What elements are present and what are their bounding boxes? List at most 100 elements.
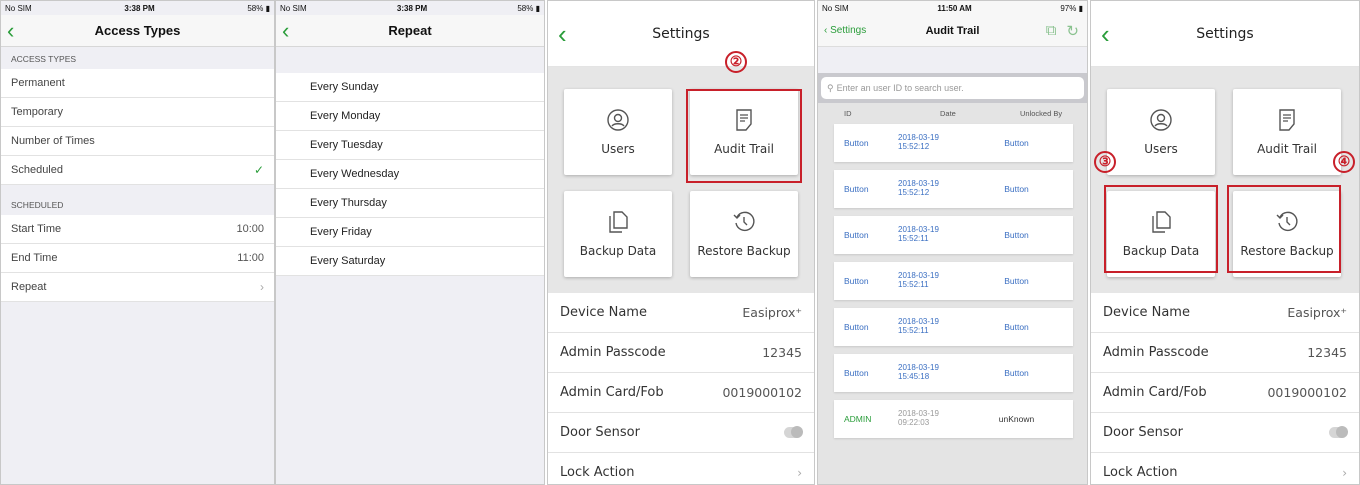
settings-screen-a: ‹ Settings Users Audit Trail Backup Data… (547, 0, 815, 485)
admin-card-row[interactable]: Admin Card/Fob 0019000102 (548, 373, 814, 413)
row-time: 15:52:11 (898, 280, 929, 289)
tile-label: Users (601, 142, 635, 156)
chevron-right-icon: › (797, 465, 802, 480)
row-time: 15:45:18 (898, 372, 930, 381)
backup-data-tile[interactable]: Backup Data (564, 191, 672, 277)
row-date: 2018-03-19 (898, 271, 939, 281)
row-id: Button (844, 230, 869, 240)
repeat-day-thursday[interactable]: Every Thursday (276, 189, 544, 218)
table-row[interactable]: Button 2018-03-19 15:52:11 Button (834, 308, 1073, 346)
row-date: 2018-03-19 (898, 133, 939, 143)
repeat-screen: No SIM 3:38 PM 58% ▮ ‹ Repeat Every Sund… (275, 0, 545, 485)
back-chevron-icon[interactable]: ‹ (282, 19, 289, 42)
table-row[interactable]: ADMIN 2018-03-19 09:22:03 unKnown (834, 400, 1073, 438)
admin-card-row[interactable]: Admin Card/Fob 0019000102 (1091, 373, 1359, 413)
start-time-value: 10:00 (236, 223, 264, 235)
row-label: Lock Action (1103, 465, 1178, 480)
row-time: 09:22:03 (898, 418, 930, 427)
admin-card-value: 0019000102 (722, 385, 802, 400)
back-chevron-icon[interactable]: ‹ (558, 21, 567, 47)
battery-percent: 58% (247, 3, 264, 13)
repeat-day-wednesday[interactable]: Every Wednesday (276, 160, 544, 189)
row-unlocked-by: Button (1004, 322, 1029, 332)
chevron-right-icon: › (260, 280, 264, 294)
repeat-day-friday[interactable]: Every Friday (276, 218, 544, 247)
table-header: ID Date Unlocked By (818, 103, 1087, 124)
row-id: ADMIN (844, 414, 872, 424)
export-icon[interactable]: ⧉ (1046, 22, 1057, 40)
door-sensor-row: Door Sensor (548, 413, 814, 453)
highlight-box-audit (686, 89, 802, 183)
callout-4: ④ (1333, 151, 1355, 173)
back-button[interactable]: ‹ Settings (824, 25, 866, 36)
back-chevron-icon[interactable]: ‹ (1101, 21, 1110, 47)
table-row[interactable]: Button 2018-03-19 15:52:12 Button (834, 170, 1073, 208)
column-header-date: Date (940, 109, 956, 118)
search-placeholder: Enter an user ID to search user. (836, 83, 964, 93)
row-label: Admin Passcode (560, 345, 666, 360)
start-time-row[interactable]: Start Time 10:00 (1, 215, 274, 244)
device-name-row[interactable]: Device Name Easiprox⁺ (1091, 293, 1359, 333)
checkmark-icon: ✓ (253, 163, 264, 177)
refresh-icon[interactable]: ↻ (1066, 22, 1079, 40)
row-label: Scheduled (11, 164, 63, 176)
row-date: 2018-03-19 (898, 409, 939, 419)
admin-passcode-row[interactable]: Admin Passcode 12345 (548, 333, 814, 373)
row-time: 15:52:12 (898, 188, 930, 197)
users-tile[interactable]: Users (564, 89, 672, 175)
row-label: End Time (11, 252, 58, 264)
row-label: Number of Times (11, 135, 95, 147)
device-name-value: Easiprox⁺ (742, 305, 802, 320)
device-name-row[interactable]: Device Name Easiprox⁺ (548, 293, 814, 333)
status-bar: No SIM 3:38 PM 58% ▮ (1, 1, 274, 15)
repeat-day-monday[interactable]: Every Monday (276, 102, 544, 131)
door-sensor-toggle[interactable] (784, 426, 803, 438)
history-icon (732, 210, 756, 234)
back-chevron-icon[interactable]: ‹ (7, 19, 14, 42)
nav-bar: ‹ Settings Audit Trail ⧉ ↻ (818, 15, 1087, 47)
row-time: 15:52:11 (898, 326, 929, 335)
row-label: Device Name (560, 305, 647, 320)
carrier-label: No SIM (822, 3, 849, 13)
row-unlocked-by: Button (1004, 184, 1029, 194)
tile-label: Restore Backup (697, 244, 791, 258)
repeat-day-sunday[interactable]: Every Sunday (276, 73, 544, 102)
audit-trail-tile[interactable]: Audit Trail (1233, 89, 1341, 175)
clock: 3:38 PM (396, 3, 428, 13)
table-row[interactable]: Button 2018-03-19 15:52:11 Button (834, 262, 1073, 300)
search-input[interactable]: ⚲ Enter an user ID to search user. (821, 77, 1084, 99)
repeat-row[interactable]: Repeat › (1, 273, 274, 302)
table-row[interactable]: Button 2018-03-19 15:52:12 Button (834, 124, 1073, 162)
row-date: 2018-03-19 (898, 317, 939, 327)
access-type-scheduled[interactable]: Scheduled ✓ (1, 156, 274, 185)
lock-action-row[interactable]: Lock Action › (548, 453, 814, 484)
nav-actions: ⧉ ↻ (1046, 22, 1079, 40)
admin-card-value: 0019000102 (1267, 385, 1347, 400)
column-header-id: ID (844, 109, 852, 118)
row-label: Admin Passcode (1103, 345, 1209, 360)
restore-backup-tile[interactable]: Restore Backup (690, 191, 798, 277)
clock: 3:38 PM (124, 3, 155, 13)
row-label: Door Sensor (1103, 425, 1183, 440)
admin-passcode-row[interactable]: Admin Passcode 12345 (1091, 333, 1359, 373)
row-unlocked-by: Button (1004, 230, 1029, 240)
nav-bar: ‹ Repeat (276, 15, 544, 47)
lock-action-row[interactable]: Lock Action › (1091, 453, 1359, 484)
row-id: Button (844, 138, 869, 148)
access-type-number-of-times[interactable]: Number of Times (1, 127, 274, 156)
users-tile[interactable]: Users (1107, 89, 1215, 175)
table-row[interactable]: Button 2018-03-19 15:52:11 Button (834, 216, 1073, 254)
tile-label: Users (1144, 142, 1178, 156)
door-sensor-row: Door Sensor (1091, 413, 1359, 453)
repeat-day-saturday[interactable]: Every Saturday (276, 247, 544, 276)
callout-3: ③ (1094, 151, 1116, 173)
access-type-temporary[interactable]: Temporary (1, 98, 274, 127)
door-sensor-toggle[interactable] (1329, 426, 1348, 438)
user-icon (606, 108, 630, 132)
access-type-permanent[interactable]: Permanent (1, 69, 274, 98)
repeat-day-tuesday[interactable]: Every Tuesday (276, 131, 544, 160)
end-time-row[interactable]: End Time 11:00 (1, 244, 274, 273)
table-row[interactable]: Button 2018-03-19 15:45:18 Button (834, 354, 1073, 392)
audit-list: Button 2018-03-19 15:52:12 Button Button 2018… (818, 124, 1087, 438)
battery-percent: 58% (517, 3, 534, 13)
